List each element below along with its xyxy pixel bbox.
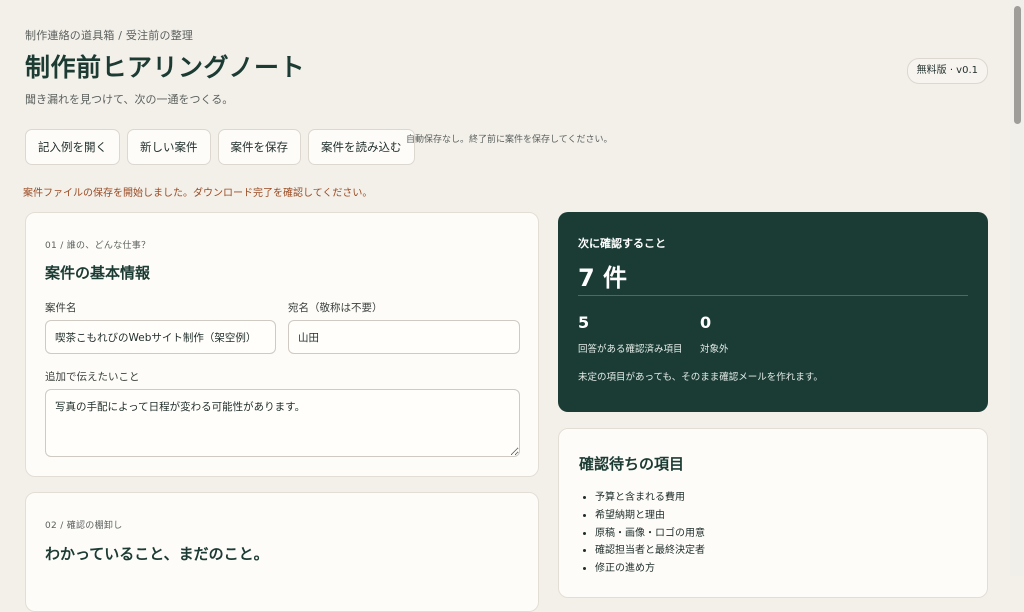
divider [578, 295, 968, 296]
case-name-label: 案件名 [45, 302, 77, 314]
load-case-button[interactable]: 案件を読み込む [308, 129, 415, 165]
pending-list: 予算と含まれる費用 希望納期と理由 原稿・画像・ロゴの用意 確認担当者と最終決定… [595, 489, 705, 578]
section-label: 02 / 確認の棚卸し [45, 521, 123, 531]
version-badge: 無料版 · v0.1 [906, 58, 988, 84]
recipient-label: 宛名（敬称は不要） [288, 302, 383, 314]
save-case-button[interactable]: 案件を保存 [217, 129, 301, 165]
section-title: 案件の基本情報 [45, 264, 151, 282]
list-item: 予算と含まれる費用 [595, 489, 705, 507]
list-item: 修正の進め方 [595, 560, 705, 578]
basic-info-card: 01 / 誰の、どんな仕事？ 案件の基本情報 案件名 宛名（敬称は不要） 追加で… [25, 212, 539, 477]
list-item: 希望納期と理由 [595, 507, 705, 525]
summary-note: 未定の項目があっても、そのまま確認メールを作れます。 [578, 372, 823, 383]
pending-items-card: 確認待ちの項目 予算と含まれる費用 希望納期と理由 原稿・画像・ロゴの用意 確認… [558, 428, 988, 598]
status-message: 案件ファイルの保存を開始しました。ダウンロード完了を確認してください。 [23, 188, 373, 199]
page-title: 制作前ヒアリングノート [25, 53, 306, 82]
answered-label: 回答がある確認済み項目 [578, 344, 683, 355]
case-name-input[interactable] [45, 320, 276, 354]
summary-card: 次に確認すること 7 件 5 回答がある確認済み項目 0 対象外 未定の項目があ… [558, 212, 988, 412]
notes-textarea[interactable]: 写真の手配によって日程が変わる可能性があります。 [45, 389, 520, 457]
scrollbar-thumb[interactable] [1014, 6, 1021, 124]
notes-label: 追加で伝えたいこと [45, 371, 140, 383]
breadcrumb: 制作連絡の道具箱 / 受注前の整理 [25, 29, 194, 42]
pending-title: 確認待ちの項目 [579, 455, 685, 473]
toolbar: 記入例を開く 新しい案件 案件を保存 案件を読み込む [25, 129, 415, 165]
pending-count: 7 件 [578, 264, 628, 292]
answered-count: 5 [578, 313, 590, 332]
scrollbar[interactable] [1010, 0, 1024, 576]
list-item: 原稿・画像・ロゴの用意 [595, 525, 705, 543]
excluded-count: 0 [700, 313, 712, 332]
list-item: 確認担当者と最終決定者 [595, 542, 705, 560]
confirmation-card: 02 / 確認の棚卸し わかっていること、まだのこと。 [25, 492, 539, 612]
section-title: わかっていること、まだのこと。 [45, 545, 269, 563]
page-subtitle: 聞き漏れを見つけて、次の一通をつくる。 [25, 93, 234, 106]
recipient-input[interactable] [288, 320, 520, 354]
summary-heading: 次に確認すること [578, 237, 666, 250]
new-case-button[interactable]: 新しい案件 [127, 129, 211, 165]
autosave-note: 自動保存なし。終了前に案件を保存してください。 [406, 135, 613, 145]
excluded-label: 対象外 [700, 344, 729, 355]
section-label: 01 / 誰の、どんな仕事？ [45, 241, 151, 251]
open-example-button[interactable]: 記入例を開く [25, 129, 120, 165]
